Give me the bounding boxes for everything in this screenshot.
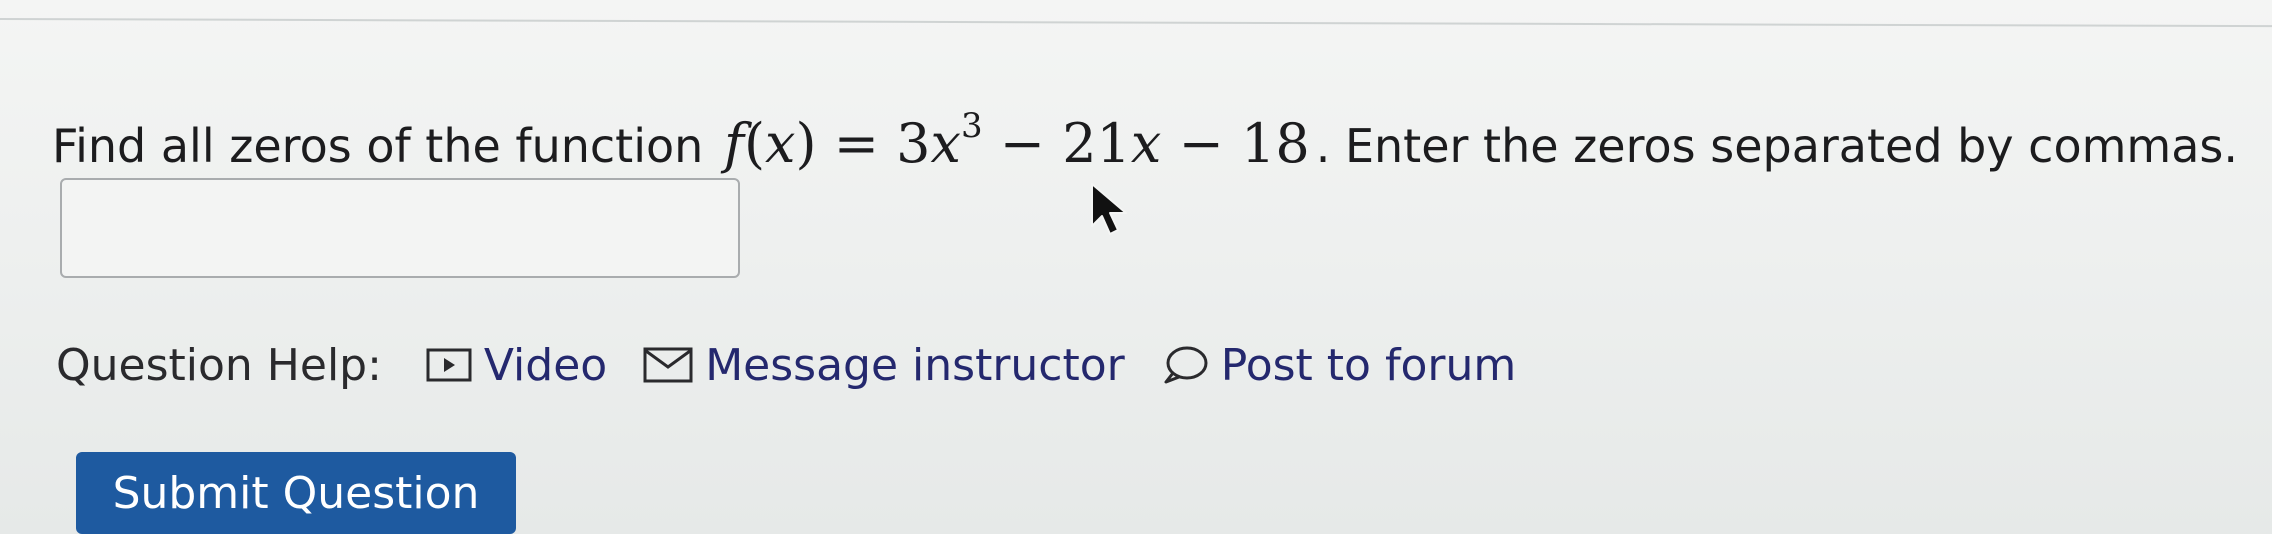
submit-question-button[interactable]: Submit Question bbox=[76, 452, 516, 534]
question-prefix: Find all zeros of the function bbox=[52, 119, 704, 173]
minus-sign-2: − bbox=[1178, 112, 1224, 175]
question-help-label: Question Help: bbox=[56, 339, 382, 391]
speech-bubble-icon bbox=[1161, 345, 1209, 385]
function-name: f bbox=[723, 112, 744, 175]
function-expression: f(x) = 3x3 − 21x − 18 bbox=[723, 106, 1310, 175]
video-icon bbox=[426, 348, 472, 382]
term2-coefficient: 21 bbox=[1062, 112, 1131, 175]
question-suffix: . Enter the zeros separated by commas. bbox=[1315, 119, 2239, 173]
envelope-icon bbox=[643, 347, 693, 383]
answer-input[interactable] bbox=[60, 178, 740, 278]
term1-variable: x bbox=[930, 112, 961, 175]
video-link[interactable]: Video bbox=[426, 340, 607, 391]
term1-exponent: 3 bbox=[960, 106, 983, 146]
question-text: Find all zeros of the function f(x) = 3x… bbox=[52, 92, 2238, 186]
function-variable: x bbox=[765, 112, 796, 175]
post-to-forum-label: Post to forum bbox=[1220, 339, 1517, 391]
mouse-pointer-icon bbox=[1088, 180, 1136, 244]
minus-sign-1: − bbox=[999, 112, 1046, 175]
message-instructor-link[interactable]: Message instructor bbox=[643, 340, 1125, 391]
constant-term: 18 bbox=[1240, 112, 1310, 175]
post-to-forum-link[interactable]: Post to forum bbox=[1161, 340, 1516, 391]
term2-variable: x bbox=[1130, 112, 1162, 175]
message-instructor-label: Message instructor bbox=[705, 339, 1125, 391]
video-link-label: Video bbox=[483, 339, 608, 391]
equals-sign: = bbox=[833, 112, 879, 175]
question-help-bar: Question Help: Video Message instructor … bbox=[56, 330, 1552, 400]
top-divider bbox=[0, 18, 2272, 28]
term1-coefficient: 3 bbox=[896, 112, 931, 175]
